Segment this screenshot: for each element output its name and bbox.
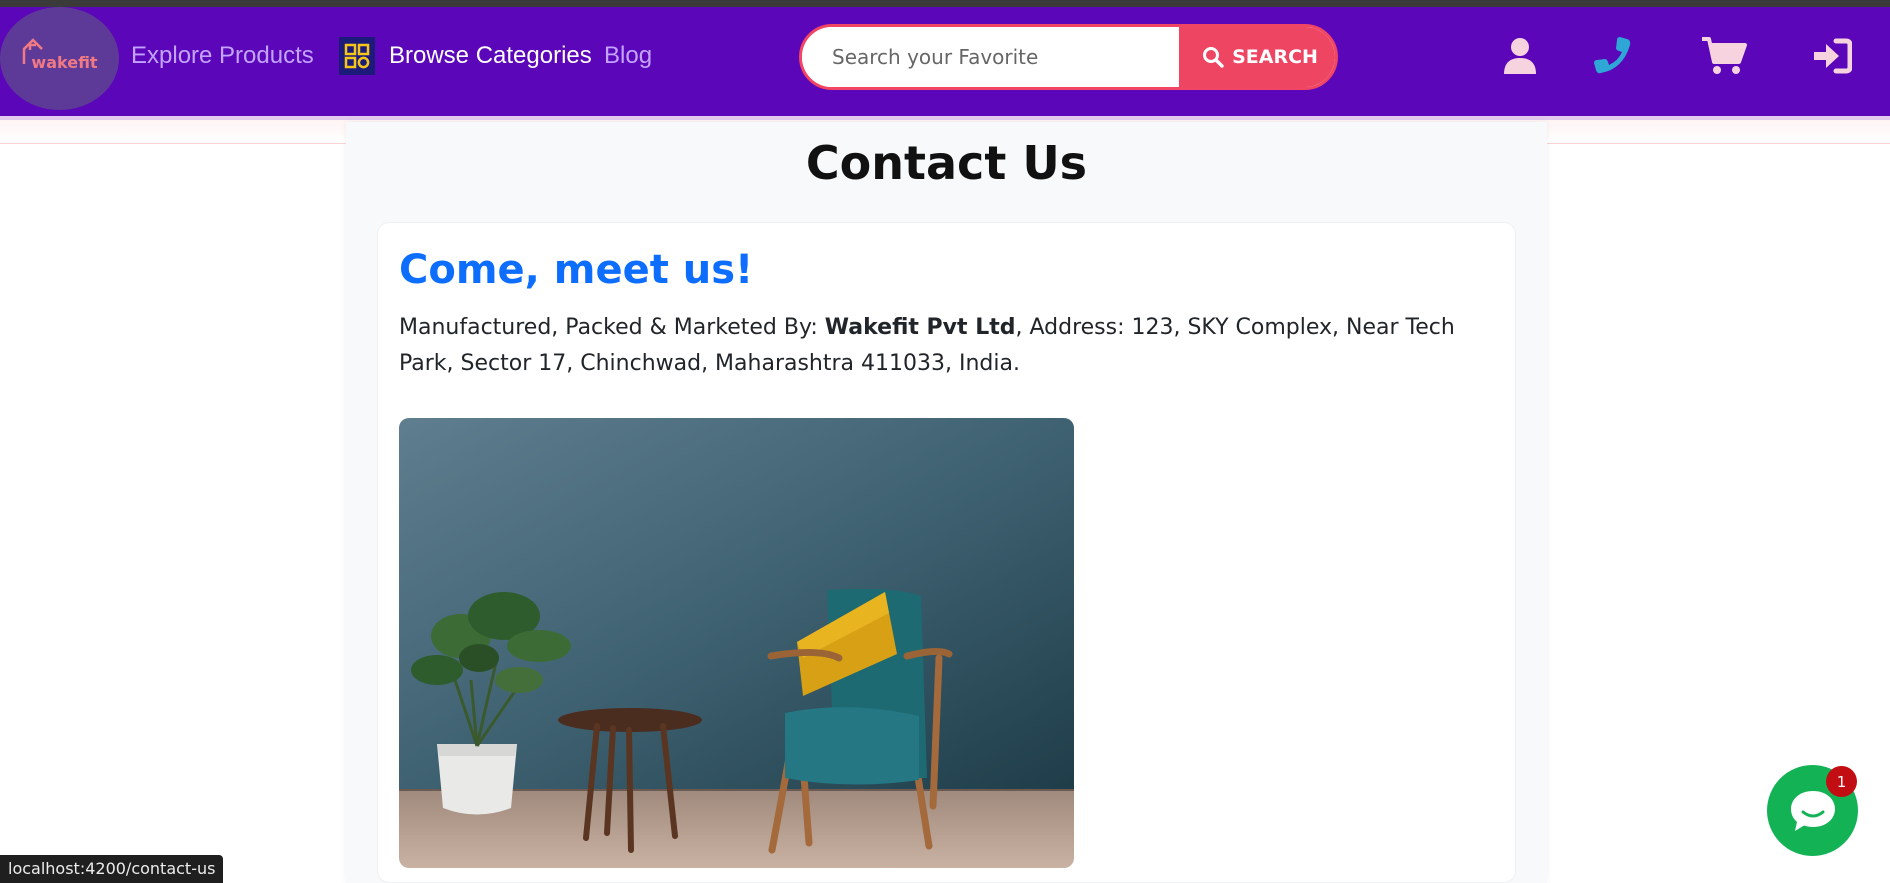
nav-explore-products[interactable]: Explore Products — [131, 42, 314, 70]
search-bar: SEARCH — [799, 24, 1338, 90]
categories-grid-icon[interactable] — [339, 37, 375, 75]
nav-browse-categories[interactable]: Browse Categories — [389, 42, 592, 70]
address-prefix: Manufactured, Packed & Marketed By: — [399, 315, 825, 340]
chat-notification-badge: 1 — [1826, 766, 1857, 797]
cart-icon[interactable] — [1700, 34, 1748, 78]
page-title: Contact Us — [805, 136, 1088, 190]
card-heading: Come, meet us! — [399, 247, 754, 293]
search-button-label: SEARCH — [1232, 46, 1318, 68]
chat-bubble-icon — [1790, 790, 1835, 831]
address-text: Manufactured, Packed & Marketed By: Wake… — [399, 310, 1499, 382]
phone-icon[interactable] — [1593, 34, 1633, 78]
search-input[interactable] — [802, 27, 1179, 87]
house-logo-icon — [22, 38, 43, 64]
search-button[interactable]: SEARCH — [1179, 27, 1335, 87]
logo[interactable]: wakefit — [0, 7, 119, 110]
showroom-image — [399, 418, 1074, 868]
company-name: Wakefit Pvt Ltd — [824, 315, 1016, 340]
user-icon[interactable] — [1500, 34, 1540, 78]
sign-in-icon[interactable] — [1812, 34, 1852, 78]
nav-blog[interactable]: Blog — [604, 42, 652, 70]
browser-top-strip — [0, 0, 1890, 7]
status-bar-url: localhost:4200/contact-us — [0, 855, 224, 883]
search-icon — [1203, 47, 1224, 68]
